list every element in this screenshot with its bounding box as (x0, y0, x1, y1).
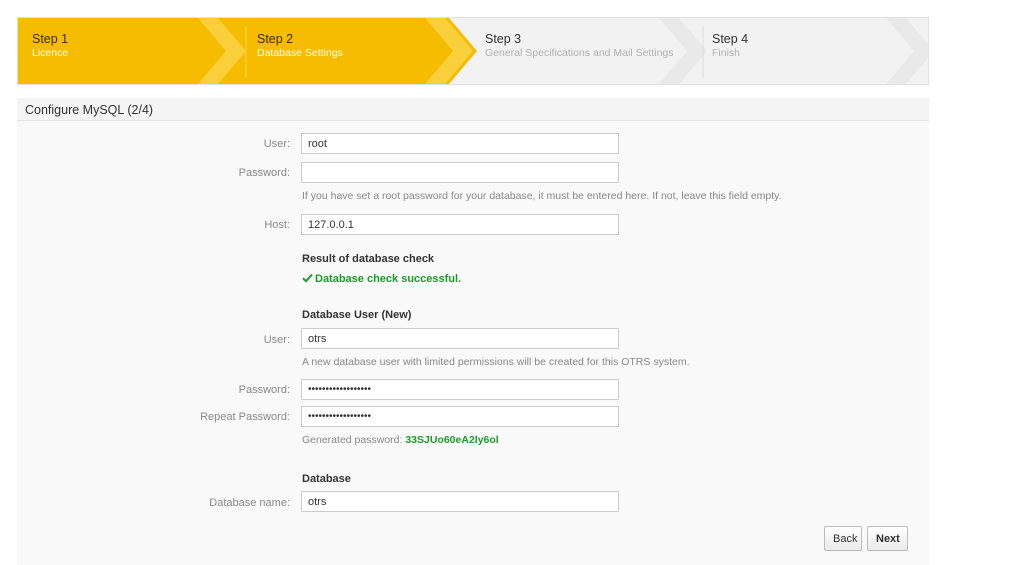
db-user-input[interactable] (301, 328, 619, 349)
db-user-heading: Database User (New) (302, 309, 412, 321)
step-2: Step 2 Database Settings (257, 32, 343, 60)
db-user-hint: A new database user with limited permiss… (302, 356, 690, 368)
db-check-result: Database check successful. (302, 273, 461, 285)
step-3-number: Step 3 (485, 32, 522, 46)
step-1-label: Licence (32, 47, 69, 59)
generated-password-label: Generated password: (302, 434, 403, 446)
step-2-number: Step 2 (257, 32, 294, 46)
root-password-label: Password: (238, 167, 290, 179)
db-password-label: Password: (238, 384, 290, 396)
back-button[interactable]: Back (824, 526, 862, 551)
step-4: Step 4 Finish (712, 32, 748, 60)
generated-password-line: Generated password: 33SJUo60eA2ly6ol (302, 434, 499, 446)
step-3: Step 3 General Specifications and Mail S… (485, 32, 674, 60)
host-label: Host: (264, 219, 290, 231)
db-user-label: User: (263, 334, 290, 346)
db-repeat-password-input[interactable] (301, 406, 619, 427)
panel-header: Configure MySQL (2/4) (17, 98, 929, 121)
stepper-active-bg (18, 18, 477, 84)
db-check-result-text: Database check successful. (315, 273, 462, 285)
host-input[interactable] (301, 214, 619, 235)
root-password-hint: If you have set a root password for your… (302, 190, 782, 202)
root-password-input[interactable] (301, 162, 619, 183)
step-1: Step 1 Licence (32, 32, 68, 60)
step-2-label: Database Settings (257, 47, 343, 59)
next-button[interactable]: Next (867, 526, 908, 551)
step-4-label: Finish (712, 47, 741, 59)
stepper-background (18, 18, 928, 84)
panel-title: Configure MySQL (2/4) (25, 103, 154, 117)
root-user-input[interactable] (301, 133, 619, 154)
db-password-input[interactable] (301, 379, 619, 400)
database-name-label: Database name: (209, 497, 290, 509)
generated-password-value: 33SJUo60eA2ly6ol (405, 434, 499, 446)
root-user-label: User: (263, 138, 290, 150)
setup-stepper: Step 1 Licence Step 2 Database Settings … (17, 17, 929, 85)
db-repeat-password-label: Repeat Password: (200, 411, 290, 423)
check-icon (302, 273, 313, 283)
step-4-number: Step 4 (712, 32, 749, 46)
database-name-input[interactable] (301, 491, 619, 512)
step-1-number: Step 1 (32, 32, 69, 46)
db-check-heading: Result of database check (302, 253, 435, 265)
step-3-label: General Specifications and Mail Settings (485, 47, 674, 59)
database-heading: Database (302, 473, 351, 485)
